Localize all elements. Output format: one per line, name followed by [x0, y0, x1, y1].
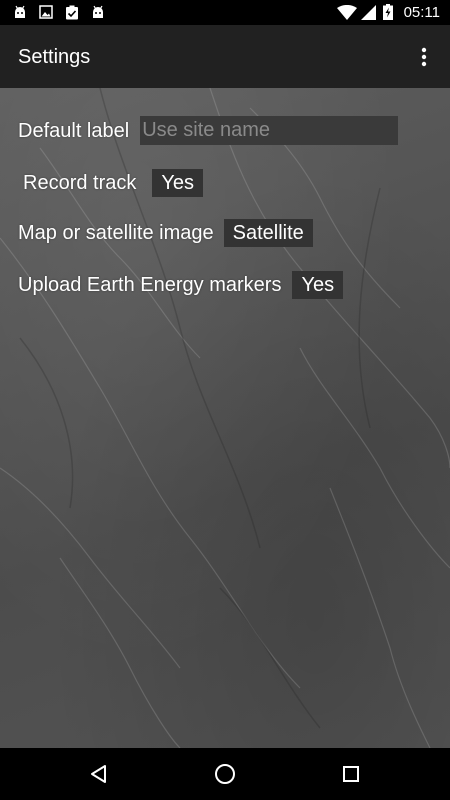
record-track-label: Record track [23, 172, 137, 194]
default-label-input[interactable] [140, 116, 399, 145]
status-bar: 05:11 [0, 0, 450, 25]
default-label-row: Default label [18, 116, 399, 145]
record-track-value[interactable]: Yes [152, 169, 204, 197]
battery-charging-icon [382, 4, 394, 20]
settings-content: Default label Record track Yes Map or sa… [0, 88, 450, 748]
home-circle-icon[interactable] [212, 761, 238, 787]
recents-square-icon[interactable] [338, 761, 364, 787]
android-icon [90, 4, 106, 20]
image-icon [38, 4, 54, 20]
upload-markers-value[interactable]: Yes [292, 271, 344, 299]
back-triangle-icon[interactable] [86, 761, 112, 787]
map-or-satellite-value[interactable]: Satellite [223, 219, 313, 247]
more-vert-icon[interactable] [410, 43, 438, 71]
clipboard-check-icon [64, 4, 80, 20]
wifi-icon [337, 4, 357, 20]
signal-icon [360, 4, 376, 20]
map-or-satellite-label: Map or satellite image [18, 222, 214, 244]
record-track-row: Record track Yes [23, 169, 204, 197]
default-label-label: Default label [18, 119, 130, 142]
android-icon [12, 4, 28, 20]
settings-screen: 05:11 Settings Default label Use site na… [0, 0, 450, 800]
map-or-satellite-row: Map or satellite image Satellite [18, 219, 313, 247]
upload-markers-row: Upload Earth Energy markers Yes [18, 271, 344, 299]
page-title: Settings [18, 46, 91, 68]
navigation-bar [0, 748, 450, 800]
action-bar: Settings [0, 25, 450, 88]
upload-markers-label: Upload Earth Energy markers [18, 274, 282, 296]
status-time: 05:11 [403, 4, 440, 21]
